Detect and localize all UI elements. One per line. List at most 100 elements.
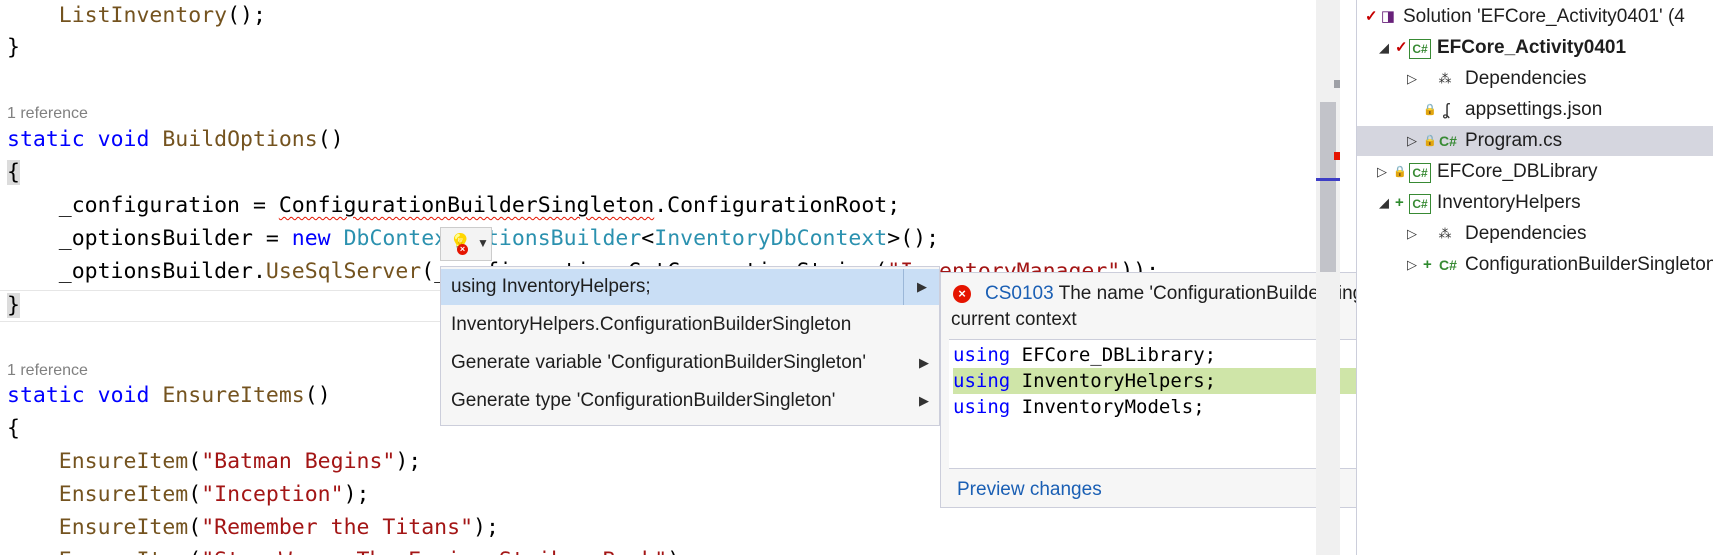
code-line[interactable]: }	[7, 290, 20, 322]
quick-action-item[interactable]: Generate variable 'ConfigurationBuilderS…	[441, 345, 939, 381]
quick-action-item[interactable]: InventoryHelpers.ConfigurationBuilderSin…	[441, 307, 939, 343]
collapsed-icon: ▷	[1407, 71, 1417, 86]
code-line[interactable]: ListInventory();	[7, 0, 266, 32]
tree-item-label: ConfigurationBuilderSingleton.cs	[1465, 254, 1713, 275]
code-token: EnsureItem	[58, 449, 189, 474]
code-token: EnsureItem	[59, 548, 188, 555]
code-token: );	[667, 548, 693, 555]
code-token: EnsureItems	[162, 383, 305, 408]
checkmark-icon: ✓	[1365, 8, 1378, 25]
chevron-right-icon: ▶	[919, 355, 929, 370]
tree-item-label: EFCore_DBLibrary	[1437, 161, 1598, 182]
json-file-icon: ʆ	[1443, 100, 1449, 119]
code-line[interactable]: EnsureItem("Inception");	[7, 479, 370, 511]
tree-item-solution[interactable]: ✓ ◨ Solution 'EFCore_Activity0401' (4	[1357, 2, 1713, 32]
tree-item-project[interactable]: ▷ 🔒 C# EFCore_DBLibrary	[1357, 157, 1713, 187]
code-token: _optionsBuilder =	[7, 226, 292, 251]
code-token: void	[97, 383, 150, 408]
caret-position-marker	[1316, 178, 1340, 181]
code-token: >();	[887, 226, 940, 251]
code-line[interactable]: EnsureItem("Batman Begins");	[7, 446, 421, 478]
dependencies-icon: ⁂	[1438, 226, 1452, 241]
code-line[interactable]: _configuration = ConfigurationBuilderSin…	[7, 190, 900, 222]
lock-icon: 🔒	[1423, 104, 1437, 116]
code-token: UseSqlServer	[265, 259, 422, 284]
quick-action-label: using InventoryHelpers;	[451, 276, 651, 297]
code-token: ();	[227, 3, 266, 28]
tree-item-project[interactable]: ◢ + C# InventoryHelpers	[1357, 188, 1713, 218]
error-marker	[1334, 152, 1340, 160]
code-token: _configuration =	[7, 193, 279, 218]
collapsed-icon: ▷	[1377, 164, 1387, 179]
code-token: }	[7, 293, 20, 318]
tree-item-label: Dependencies	[1465, 223, 1587, 244]
code-token: ()	[304, 383, 331, 408]
code-token: "Star Wars: The Empire Strikes Back"	[201, 548, 667, 555]
code-token: static	[7, 383, 85, 408]
dependencies-icon: ⁂	[1438, 71, 1452, 86]
quick-actions-menu: using InventoryHelpers; ▶ InventoryHelpe…	[440, 266, 940, 426]
codelens-references[interactable]: 1 reference	[7, 103, 88, 125]
code-line[interactable]: static void EnsureItems()	[7, 380, 331, 412]
code-token: .ConfigurationRoot;	[654, 193, 901, 218]
collapsed-icon: ▷	[1407, 133, 1417, 148]
solution-icon: ◨	[1380, 8, 1396, 25]
preview-changes-link[interactable]: Preview changes	[957, 479, 1102, 501]
scrollbar-thumb[interactable]	[1320, 102, 1336, 272]
error-code-link[interactable]: CS0103	[985, 283, 1054, 304]
lock-icon: 🔒	[1423, 135, 1437, 147]
quick-action-label: InventoryHelpers.ConfigurationBuilderSin…	[451, 314, 852, 335]
csharp-project-icon: C#	[1409, 163, 1431, 183]
code-line[interactable]: {	[7, 413, 20, 445]
code-token: DbContextOptionsBuilder	[343, 226, 642, 251]
code-token: BuildOptions	[162, 127, 318, 152]
code-line[interactable]: static void BuildOptions()	[7, 124, 344, 156]
code-line[interactable]: }	[7, 32, 20, 64]
code-token: {	[7, 416, 20, 441]
code-token: void	[97, 127, 150, 152]
tree-item-label: EFCore_Activity0401	[1437, 37, 1627, 58]
expanded-icon: ◢	[1379, 195, 1389, 210]
tree-item-label: Solution 'EFCore_Activity0401' (4	[1403, 6, 1685, 27]
code-line[interactable]: {	[7, 157, 20, 189]
expanded-icon: ◢	[1379, 40, 1389, 55]
csharp-project-icon: C#	[1409, 39, 1431, 59]
code-token: ListInventory	[58, 3, 228, 28]
tree-item-label: appsettings.json	[1465, 99, 1603, 120]
code-token: new	[291, 226, 331, 251]
tree-item-file[interactable]: ▷ + C# ConfigurationBuilderSingleton.cs	[1357, 250, 1713, 280]
quick-action-item[interactable]: using InventoryHelpers; ▶	[441, 269, 939, 305]
checkmark-icon: ✓	[1395, 39, 1408, 56]
code-line[interactable]: EnsureItem("Star Wars: The Empire Strike…	[7, 545, 693, 555]
code-token: );	[473, 515, 499, 540]
added-icon: +	[1423, 256, 1432, 273]
tree-item-file-selected[interactable]: ▷ 🔒 C# Program.cs	[1357, 126, 1713, 156]
code-token: (	[188, 515, 202, 540]
tree-item-label: InventoryHelpers	[1437, 192, 1581, 213]
tree-item-dependencies[interactable]: ▷ ⁂ Dependencies	[1357, 64, 1713, 94]
tree-item-file[interactable]: 🔒 ʆ appsettings.json	[1357, 95, 1713, 125]
code-token: {	[7, 160, 20, 185]
chevron-down-icon: ▼	[477, 236, 489, 250]
tree-item-label: Dependencies	[1465, 68, 1587, 89]
codelens-references[interactable]: 1 reference	[7, 360, 88, 382]
tree-item-project[interactable]: ◢ ✓ C# EFCore_Activity0401	[1357, 33, 1713, 63]
code-token: }	[7, 35, 20, 60]
tree-item-dependencies[interactable]: ▷ ⁂ Dependencies	[1357, 219, 1713, 249]
quick-action-label: Generate variable 'ConfigurationBuilderS…	[451, 352, 866, 373]
editor-vertical-scrollbar[interactable]	[1316, 0, 1340, 555]
code-token: <	[641, 226, 655, 251]
quick-actions-lightbulb-button[interactable]: 💡 × ▼	[440, 227, 492, 261]
quick-action-label: Generate type 'ConfigurationBuilderSingl…	[451, 390, 836, 411]
code-token: "Batman Begins"	[201, 449, 396, 474]
code-token: static	[7, 127, 85, 152]
code-line[interactable]: EnsureItem("Remember the Titans");	[7, 512, 499, 544]
quick-action-item[interactable]: Generate type 'ConfigurationBuilderSingl…	[441, 383, 939, 419]
code-token: "Remember the Titans"	[201, 515, 474, 540]
chevron-right-icon: ▶	[919, 393, 929, 408]
code-token: (	[188, 482, 202, 507]
